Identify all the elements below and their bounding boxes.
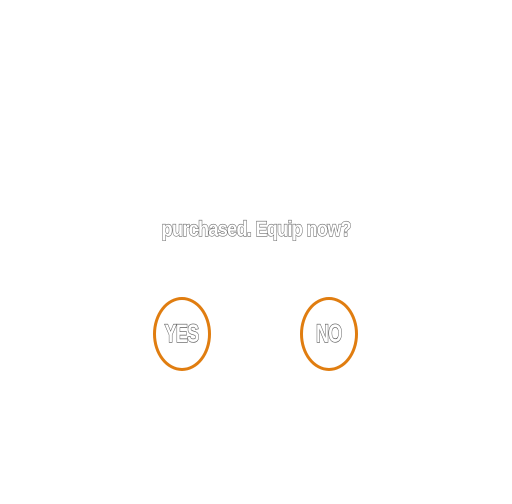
no-button[interactable]: NO [300, 297, 358, 371]
yes-button-label: YES [165, 319, 201, 348]
equip-confirm-dialog: purchased. Equip now? YES NO [0, 0, 512, 504]
yes-button[interactable]: YES [153, 297, 211, 371]
no-button-label: NO [316, 319, 343, 348]
equip-prompt-message: purchased. Equip now? [161, 217, 352, 241]
